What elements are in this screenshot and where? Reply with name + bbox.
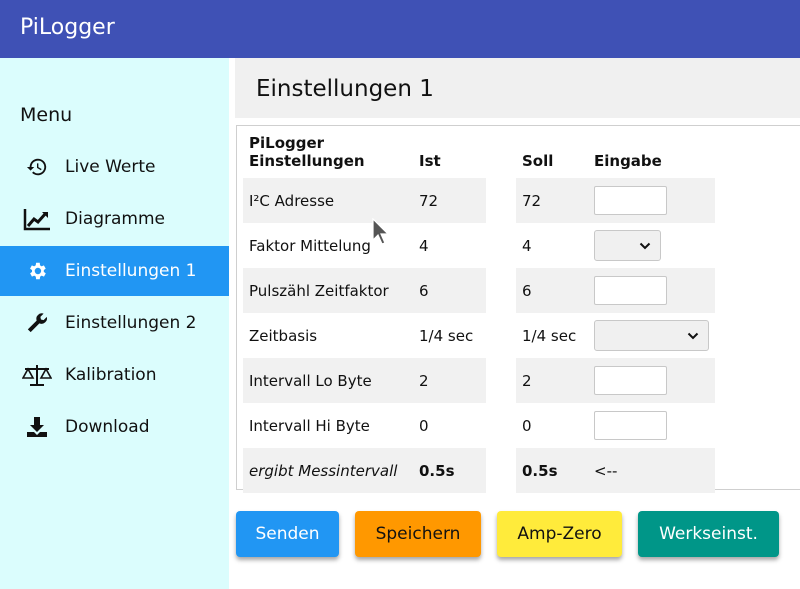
row-soll: 1/4 sec bbox=[522, 326, 577, 345]
factory-settings-button[interactable]: Werkseinst. bbox=[638, 511, 779, 557]
column-header-eingabe: Eingabe bbox=[594, 152, 662, 170]
row-label: Intervall Lo Byte bbox=[243, 358, 413, 403]
row-soll: 72 bbox=[516, 178, 588, 223]
row-ist: 4 bbox=[419, 236, 429, 255]
sidebar-item-label: Diagramme bbox=[65, 209, 166, 229]
page-title: Einstellungen 1 bbox=[256, 76, 434, 102]
row-ist: 0.5s bbox=[413, 448, 486, 493]
row-ist: 1/4 sec bbox=[419, 326, 474, 345]
column-header-setting: PiLogger Einstellungen bbox=[249, 134, 365, 170]
gear-icon bbox=[22, 256, 52, 286]
row-ist: 0 bbox=[419, 416, 429, 435]
table-row: Faktor Mittelung 4 4 bbox=[243, 223, 715, 268]
i2c-address-input[interactable] bbox=[594, 186, 667, 215]
row-label: Intervall Hi Byte bbox=[249, 416, 370, 435]
row-soll: 2 bbox=[516, 358, 588, 403]
mouse-cursor-icon bbox=[372, 218, 390, 245]
sidebar-item-label: Einstellungen 1 bbox=[65, 261, 197, 281]
table-row: Intervall Hi Byte 0 0 bbox=[243, 403, 715, 448]
factory-settings-button-label: Werkseinst. bbox=[659, 524, 758, 544]
main-content: Einstellungen 1 PiLogger Einstellungen I… bbox=[235, 58, 800, 589]
sidebar-item-label: Download bbox=[65, 417, 150, 437]
app-title-bar: PiLogger bbox=[0, 0, 800, 58]
column-header-ist: Ist bbox=[419, 152, 441, 170]
sidebar-item-label: Einstellungen 2 bbox=[65, 313, 197, 333]
table-row: I²C Adresse 72 72 bbox=[243, 178, 715, 223]
chart-line-icon bbox=[22, 204, 52, 234]
row-soll: 4 bbox=[522, 236, 532, 255]
row-label: I²C Adresse bbox=[243, 178, 413, 223]
row-eingabe: <-- bbox=[588, 448, 715, 493]
table-row: Pulszähl Zeitfaktor 6 6 bbox=[243, 268, 715, 313]
sidebar-item-einstellungen-1[interactable]: Einstellungen 1 bbox=[0, 246, 229, 296]
pulszaehl-zeitfaktor-input[interactable] bbox=[594, 276, 667, 305]
chevron-down-icon bbox=[687, 332, 699, 340]
row-ist: 6 bbox=[413, 268, 486, 313]
row-label: ergibt Messintervall bbox=[243, 448, 413, 493]
intervall-hi-byte-input[interactable] bbox=[594, 411, 667, 440]
history-icon bbox=[22, 152, 52, 182]
row-soll: 0 bbox=[522, 416, 532, 435]
row-ist: 2 bbox=[413, 358, 486, 403]
save-button-label: Speichern bbox=[375, 524, 461, 544]
send-button-label: Senden bbox=[255, 524, 320, 544]
send-button[interactable]: Senden bbox=[236, 511, 339, 557]
row-label: Zeitbasis bbox=[249, 326, 318, 345]
balance-scale-icon bbox=[22, 360, 52, 390]
amp-zero-button-label: Amp-Zero bbox=[517, 524, 602, 544]
table-row: ergibt Messintervall 0.5s 0.5s <-- bbox=[243, 448, 715, 493]
chevron-down-icon bbox=[639, 242, 651, 250]
settings-table: PiLogger Einstellungen Ist Soll Eingabe … bbox=[243, 134, 715, 493]
column-header-soll: Soll bbox=[522, 152, 554, 170]
zeitbasis-select[interactable] bbox=[594, 320, 709, 351]
table-row: Zeitbasis 1/4 sec 1/4 sec bbox=[243, 313, 715, 358]
page-header: Einstellungen 1 bbox=[235, 58, 800, 118]
menu-title: Menu bbox=[20, 104, 73, 126]
faktor-mittelung-select[interactable] bbox=[594, 230, 661, 261]
sidebar-item-diagramme[interactable]: Diagramme bbox=[0, 194, 229, 244]
app-title: PiLogger bbox=[20, 15, 115, 40]
row-label: Pulszähl Zeitfaktor bbox=[243, 268, 413, 313]
row-soll: 0.5s bbox=[516, 448, 588, 493]
sidebar-item-kalibration[interactable]: Kalibration bbox=[0, 350, 229, 400]
save-button[interactable]: Speichern bbox=[355, 511, 481, 557]
intervall-lo-byte-input[interactable] bbox=[594, 366, 667, 395]
amp-zero-button[interactable]: Amp-Zero bbox=[497, 511, 622, 557]
sidebar-item-label: Kalibration bbox=[65, 365, 157, 385]
sidebar-item-einstellungen-2[interactable]: Einstellungen 2 bbox=[0, 298, 229, 348]
sidebar-item-label: Live Werte bbox=[65, 157, 156, 177]
wrench-icon bbox=[22, 308, 52, 338]
settings-table-container: PiLogger Einstellungen Ist Soll Eingabe … bbox=[236, 125, 800, 493]
sidebar: Menu Live Werte Diagramme Einstellungen … bbox=[0, 58, 229, 589]
sidebar-item-download[interactable]: Download bbox=[0, 402, 229, 452]
sidebar-item-live-werte[interactable]: Live Werte bbox=[0, 142, 229, 192]
download-icon bbox=[22, 412, 52, 442]
row-ist: 72 bbox=[413, 178, 486, 223]
row-soll: 6 bbox=[516, 268, 588, 313]
table-row: Intervall Lo Byte 2 2 bbox=[243, 358, 715, 403]
